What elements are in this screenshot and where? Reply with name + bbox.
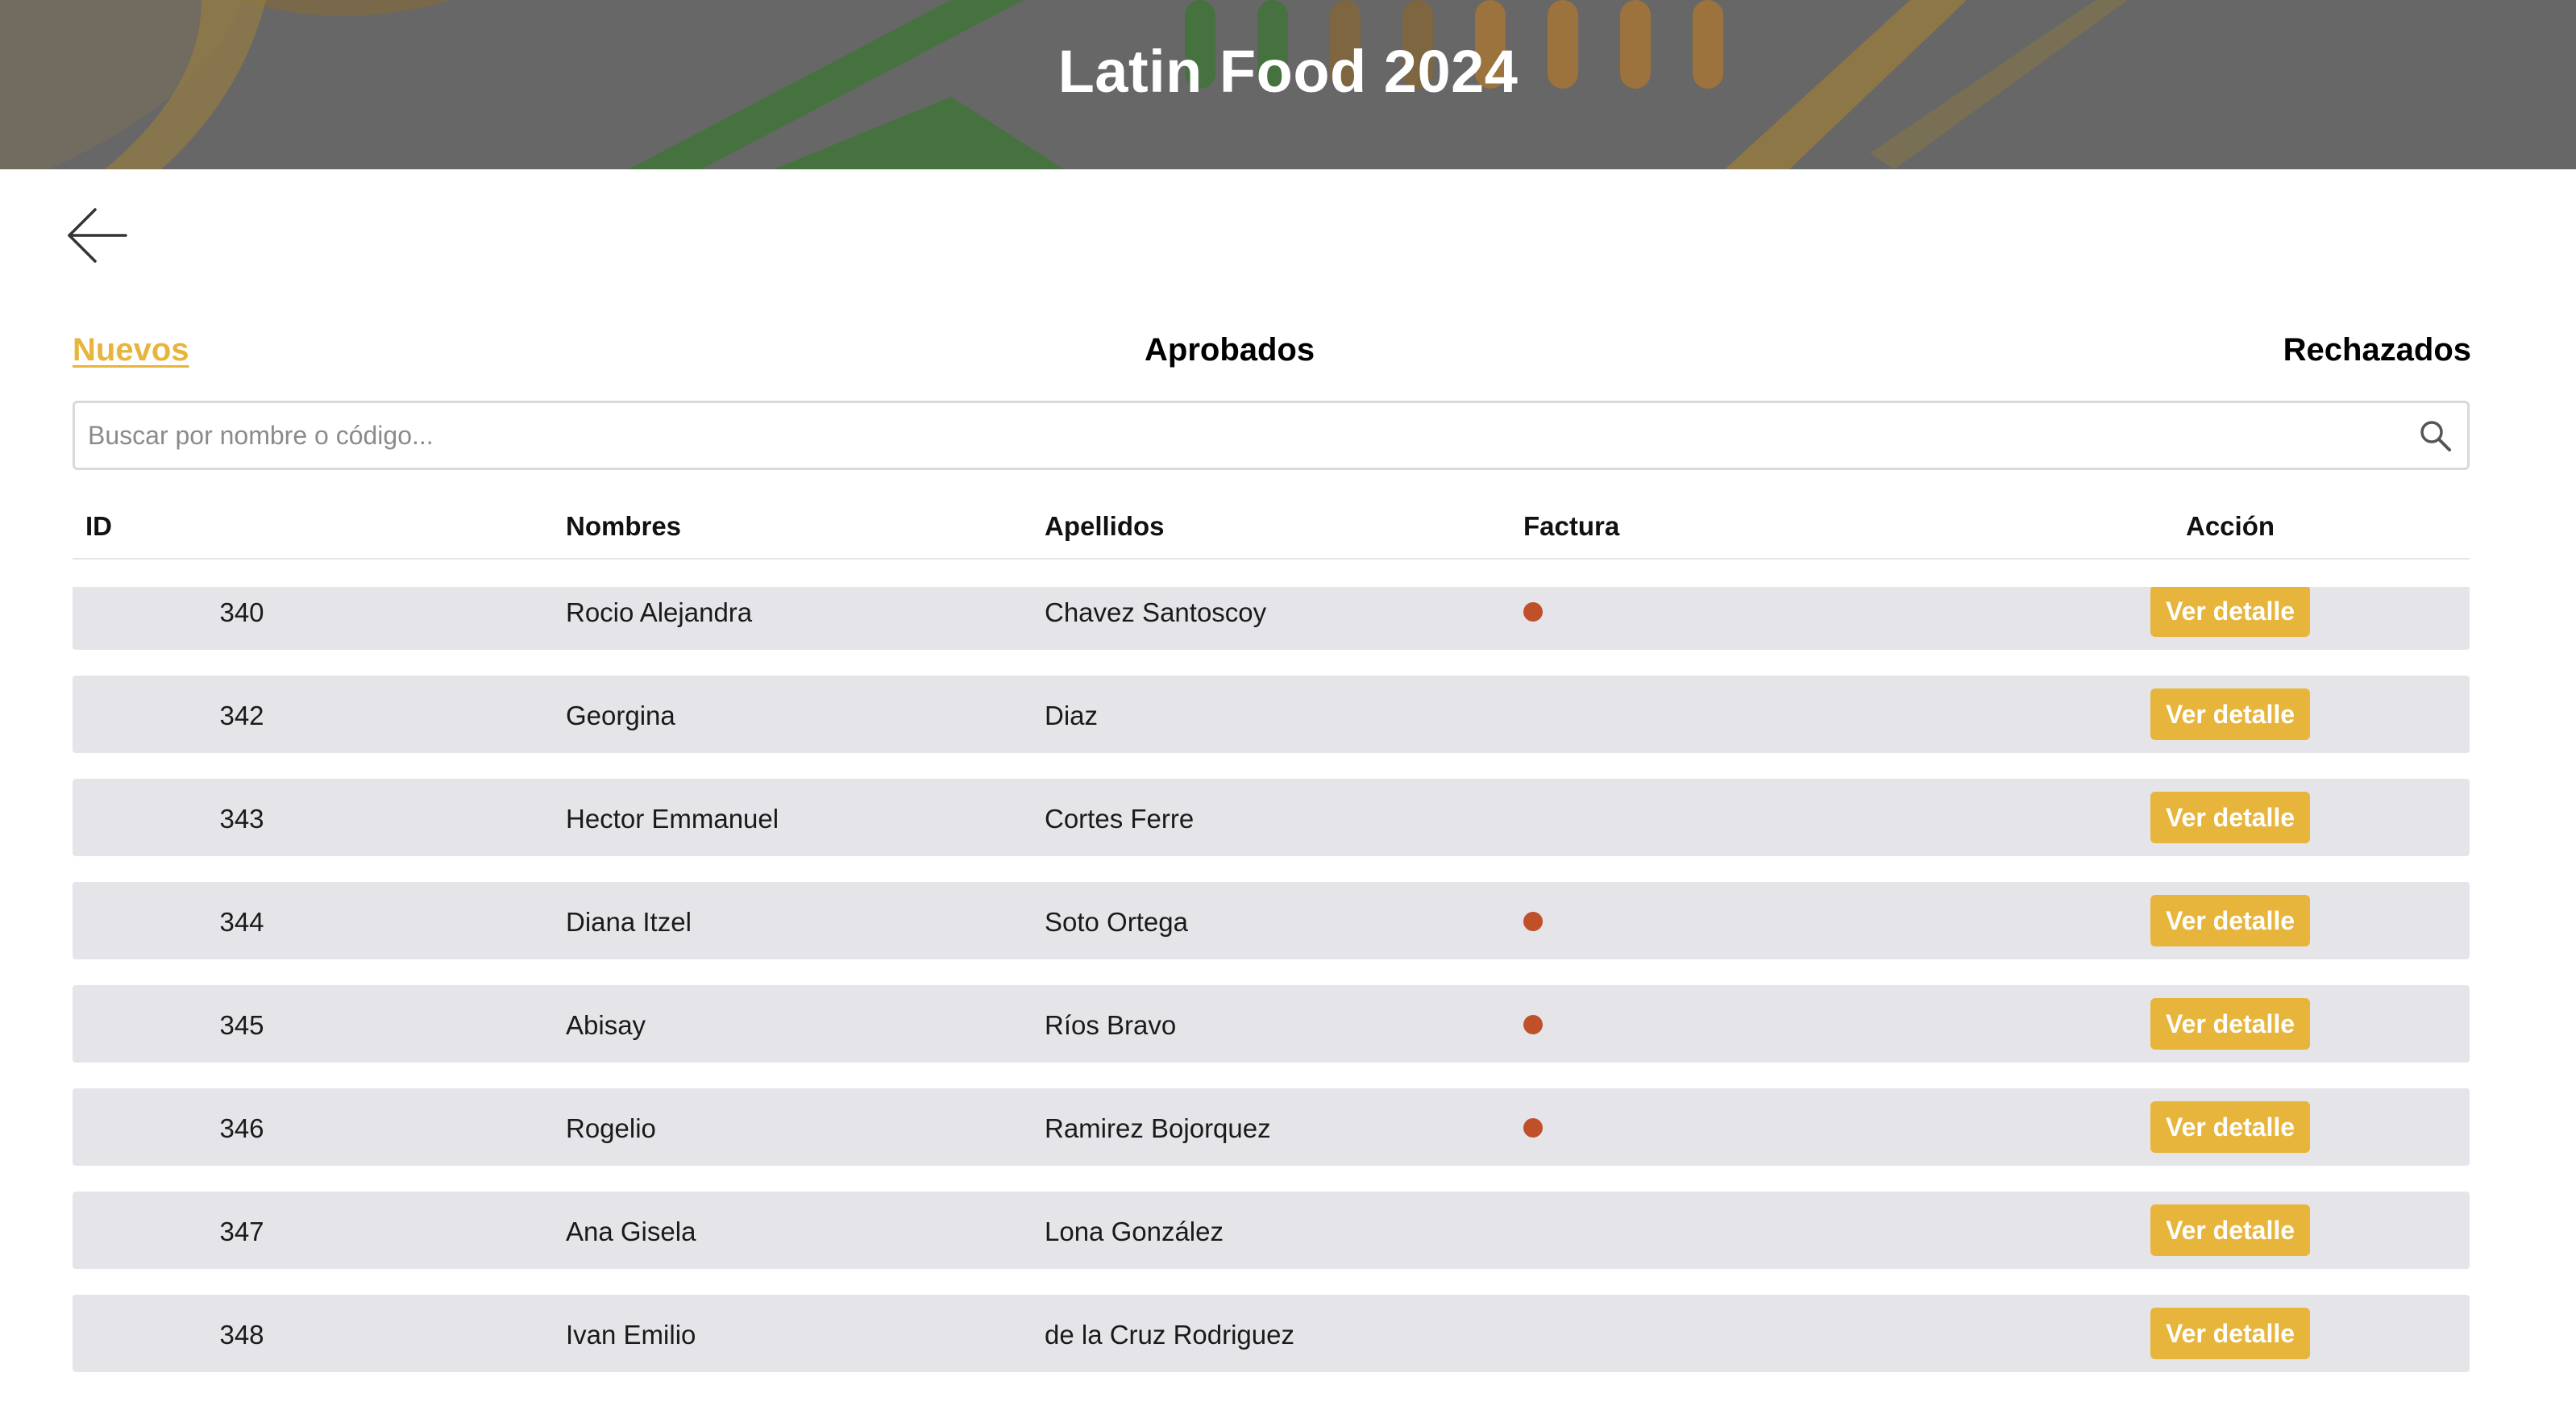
cell-apellidos: Ríos Bravo bbox=[1045, 1010, 1177, 1040]
ver-detalle-button[interactable]: Ver detalle bbox=[2150, 1308, 2310, 1359]
cell-apellidos: Soto Ortega bbox=[1045, 907, 1188, 937]
column-header-id: ID bbox=[85, 511, 112, 541]
tab-nuevos[interactable]: Nuevos bbox=[73, 332, 189, 368]
cell-nombres: Ivan Emilio bbox=[566, 1320, 696, 1350]
page-title: Latin Food 2024 bbox=[1057, 38, 1519, 105]
table-row: 346 Rogelio Ramirez Bojorquez Ver detalle bbox=[73, 1088, 2470, 1166]
table-row: 342 Georgina Diaz Ver detalle bbox=[73, 676, 2470, 753]
search-box bbox=[73, 401, 2470, 470]
cell-id: 348 bbox=[219, 1320, 264, 1350]
search-input[interactable] bbox=[75, 403, 2393, 468]
factura-indicator-dot bbox=[1523, 912, 1543, 931]
back-button[interactable] bbox=[64, 202, 132, 269]
tab-aprobados[interactable]: Aprobados bbox=[1145, 332, 1315, 368]
cell-id: 345 bbox=[219, 1010, 264, 1040]
table-row: 343 Hector Emmanuel Cortes Ferre Ver detall… bbox=[73, 779, 2470, 856]
cell-apellidos: Diaz bbox=[1045, 701, 1099, 730]
column-header-factura: Factura bbox=[1523, 511, 1620, 541]
cell-id: 342 bbox=[219, 701, 264, 730]
cell-apellidos: Lona González bbox=[1045, 1217, 1224, 1246]
factura-indicator-dot bbox=[1523, 1015, 1543, 1034]
column-header-nombres: Nombres bbox=[566, 511, 682, 541]
arrow-left-icon bbox=[68, 208, 127, 263]
table-body[interactable]: 340 Rocio Alejandra Chavez Santoscoy Ver de… bbox=[73, 587, 2470, 1393]
cell-id: 343 bbox=[219, 804, 264, 834]
cell-nombres: Rogelio bbox=[566, 1113, 656, 1143]
cell-id: 346 bbox=[219, 1113, 264, 1143]
column-header-accion: Acción bbox=[2185, 511, 2275, 541]
cell-apellidos: Chavez Santoscoy bbox=[1045, 597, 1267, 627]
table-row: 344 Diana Itzel Soto Ortega Ver detalle bbox=[73, 882, 2470, 959]
table-row: 345 Abisay Ríos Bravo Ver detalle bbox=[73, 985, 2470, 1063]
cell-nombres: Hector Emmanuel bbox=[566, 804, 779, 834]
search-icon[interactable] bbox=[2417, 418, 2453, 453]
factura-indicator-dot bbox=[1523, 602, 1543, 622]
tab-rechazados[interactable]: Rechazados bbox=[2283, 332, 2471, 368]
table-row: 348 Ivan Emilio de la Cruz Rodriguez Ver de… bbox=[73, 1295, 2470, 1372]
factura-indicator-dot bbox=[1523, 1118, 1543, 1138]
table-header: ID Nombres Apellidos Factura Acción bbox=[73, 493, 2470, 559]
cell-nombres: Georgina bbox=[566, 701, 675, 730]
ver-detalle-button[interactable]: Ver detalle bbox=[2150, 895, 2310, 946]
cell-id: 340 bbox=[219, 597, 264, 627]
table-row: 340 Rocio Alejandra Chavez Santoscoy Ver de… bbox=[73, 587, 2470, 650]
ver-detalle-button[interactable]: Ver detalle bbox=[2150, 792, 2310, 843]
cell-id: 347 bbox=[219, 1217, 264, 1246]
header-banner: Latin Food 2024 bbox=[0, 0, 2576, 169]
ver-detalle-button[interactable]: Ver detalle bbox=[2150, 688, 2310, 740]
column-header-apellidos: Apellidos bbox=[1045, 511, 1165, 541]
cell-nombres: Diana Itzel bbox=[566, 907, 692, 937]
cell-nombres: Rocio Alejandra bbox=[566, 597, 753, 627]
cell-apellidos: de la Cruz Rodriguez bbox=[1045, 1320, 1294, 1350]
cell-apellidos: Cortes Ferre bbox=[1045, 804, 1195, 834]
ver-detalle-button[interactable]: Ver detalle bbox=[2150, 587, 2310, 637]
ver-detalle-button[interactable]: Ver detalle bbox=[2150, 1101, 2310, 1153]
ver-detalle-button[interactable]: Ver detalle bbox=[2150, 998, 2310, 1050]
cell-id: 344 bbox=[219, 907, 264, 937]
cell-apellidos: Ramirez Bojorquez bbox=[1045, 1113, 1271, 1143]
table-row: 347 Ana Gisela Lona González Ver detalle bbox=[73, 1192, 2470, 1269]
ver-detalle-button[interactable]: Ver detalle bbox=[2150, 1204, 2310, 1256]
cell-nombres: Ana Gisela bbox=[566, 1217, 696, 1246]
page: Latin Food 2024 Nuevos Aprobados Rechaza… bbox=[0, 0, 2576, 1406]
cell-nombres: Abisay bbox=[566, 1010, 646, 1040]
